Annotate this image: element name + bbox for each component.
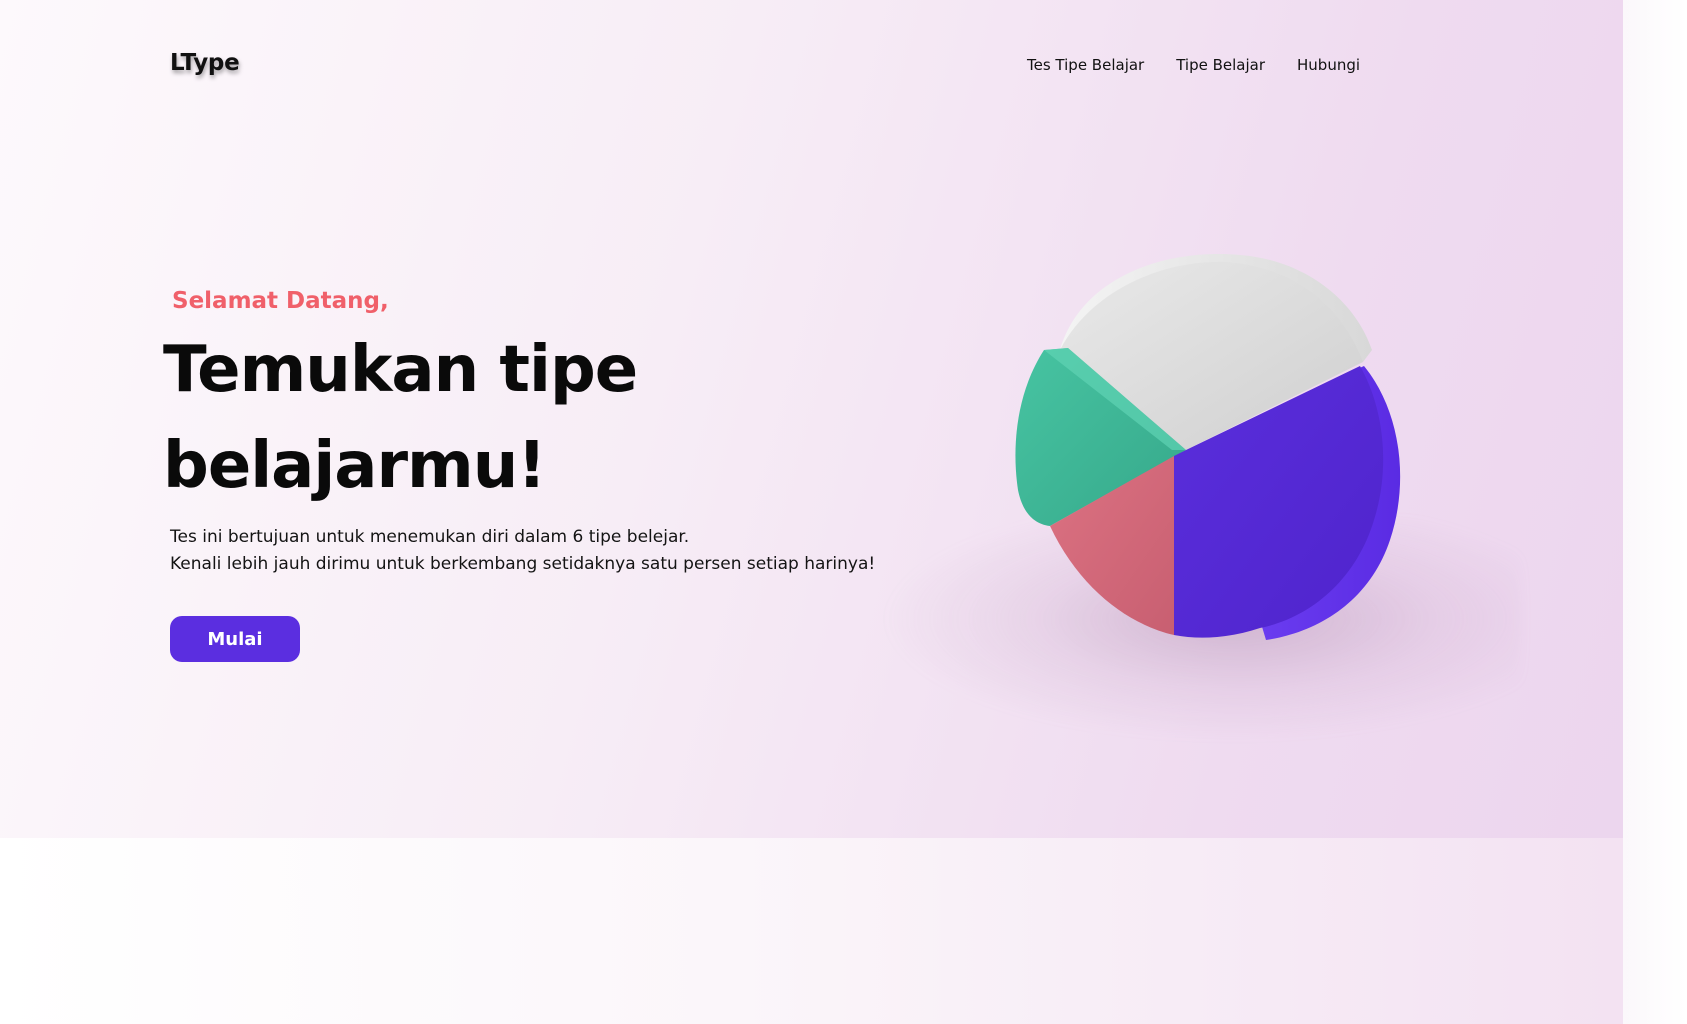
nav-link-tes-tipe-belajar[interactable]: Tes Tipe Belajar	[1027, 56, 1144, 74]
description-line-2: Kenali lebih jauh dirimu untuk berkemban…	[170, 554, 876, 574]
brand-logo[interactable]: LType	[170, 50, 240, 76]
pie-illustration-svg	[1015, 254, 1401, 640]
headline-line-2: belajarmu!	[163, 429, 546, 503]
nav-link-hubungi[interactable]: Hubungi	[1297, 56, 1360, 74]
hero-greeting: Selamat Datang,	[172, 288, 389, 314]
nav-link-tipe-belajar[interactable]: Tipe Belajar	[1176, 56, 1265, 74]
page-edge	[1623, 0, 1687, 1024]
hero-headline: Temukan tipe belajarmu!	[163, 322, 638, 514]
main-nav: Tes Tipe Belajar Tipe Belajar Hubungi	[1027, 56, 1360, 74]
headline-line-1: Temukan tipe	[163, 333, 638, 407]
description-line-1: Tes ini bertujuan untuk menemukan diri d…	[170, 527, 690, 547]
hero-description: Tes ini bertujuan untuk menemukan diri d…	[170, 524, 875, 578]
pie-chart-3d-illustration	[960, 220, 1480, 740]
start-button[interactable]: Mulai	[170, 616, 300, 662]
